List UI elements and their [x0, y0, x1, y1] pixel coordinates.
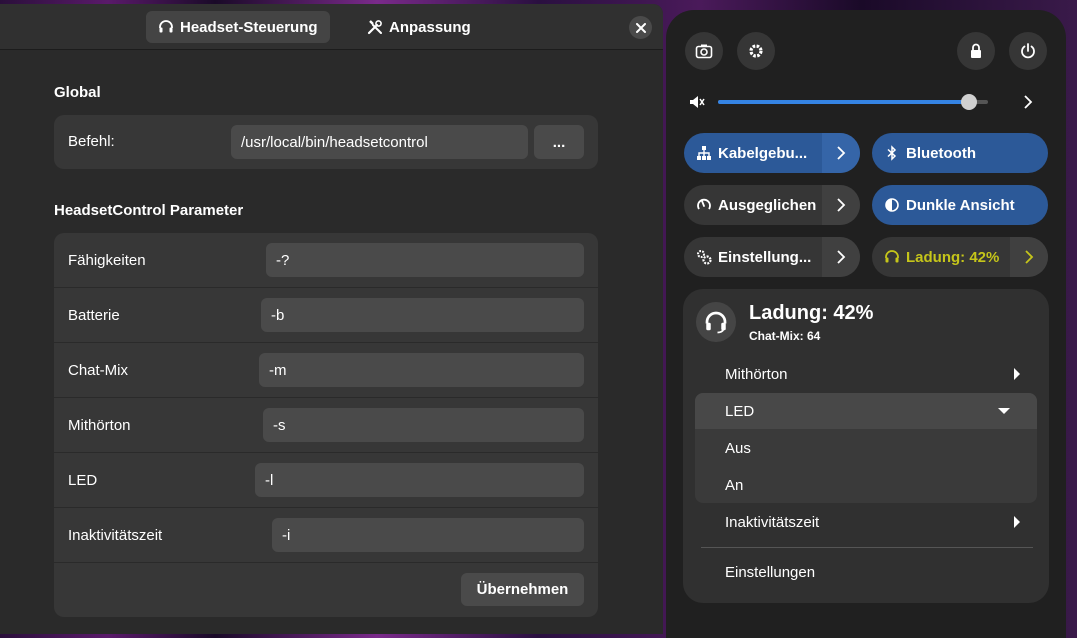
header-bar: Headset-Steuerung Anpassung: [0, 4, 663, 50]
toggle-headset-battery[interactable]: Ladung: 42%: [872, 237, 1048, 277]
params-section-title: HeadsetControl Parameter: [54, 202, 244, 219]
menu-item-inactive-time[interactable]: Inaktivitätszeit: [725, 514, 819, 531]
menu-item-sidetone[interactable]: Mithörton: [725, 366, 788, 383]
camera-icon: [695, 44, 713, 59]
menu-item-led-on[interactable]: An: [725, 477, 743, 494]
row-separator: [54, 287, 598, 288]
param-label-battery: Batterie: [68, 307, 120, 324]
toggle-settings-extension[interactable]: Einstellung...: [684, 237, 860, 277]
param-label-led: LED: [68, 472, 98, 489]
close-button[interactable]: [629, 16, 652, 39]
tools-icon: [367, 20, 382, 35]
menu-item-led[interactable]: LED: [725, 403, 754, 420]
speaker-muted-icon: [690, 96, 705, 108]
toggle-bluetooth[interactable]: Bluetooth: [872, 133, 1048, 173]
chevron-right-icon: [837, 198, 846, 212]
lock-button[interactable]: [957, 32, 995, 70]
caret-right-icon: [1014, 516, 1020, 528]
bluetooth-icon: [887, 145, 897, 161]
settings-extension-menu-arrow[interactable]: [822, 237, 860, 277]
command-field[interactable]: /usr/local/bin/headsetcontrol: [231, 125, 528, 159]
param-field-inactive-time[interactable]: -i: [272, 518, 584, 552]
row-separator: [54, 507, 598, 508]
tab-customization[interactable]: Anpassung: [355, 11, 483, 43]
chevron-right-icon: [837, 250, 846, 264]
apply-button[interactable]: Übernehmen: [461, 573, 584, 606]
param-field-battery[interactable]: -b: [261, 298, 584, 332]
toggle-label: Bluetooth: [906, 144, 976, 162]
global-card: Befehl: /usr/local/bin/headsetcontrol ..…: [54, 115, 598, 169]
chevron-right-icon[interactable]: [1020, 94, 1036, 110]
headset-submenu: Ladung: 42% Chat-Mix: 64 Mithörton LED A…: [683, 289, 1049, 603]
toggle-dark-mode[interactable]: Dunkle Ansicht: [872, 185, 1048, 225]
row-separator: [54, 342, 598, 343]
param-field-capabilities[interactable]: -?: [266, 243, 584, 277]
tab-label: Headset-Steuerung: [180, 18, 318, 36]
param-label-inactive-time: Inaktivitätszeit: [68, 527, 163, 544]
toggle-label: Dunkle Ansicht: [906, 196, 1015, 214]
volume-slider[interactable]: [718, 94, 988, 110]
power-button[interactable]: [1009, 32, 1047, 70]
network-icon: [697, 146, 711, 160]
param-field-chatmix[interactable]: -m: [259, 353, 584, 387]
param-label-chatmix: Chat-Mix: [68, 362, 129, 379]
power-icon: [1021, 43, 1035, 59]
tab-label: Anpassung: [389, 18, 471, 36]
lock-icon: [971, 43, 981, 58]
settings-button[interactable]: [737, 32, 775, 70]
screenshot-button[interactable]: [685, 32, 723, 70]
menu-item-settings[interactable]: Einstellungen: [725, 564, 815, 581]
volume-row: [686, 90, 1056, 114]
param-label-sidetone: Mithörton: [68, 417, 131, 434]
browse-button[interactable]: ...: [534, 125, 584, 159]
toggle-label: Ausgeglichen: [718, 196, 817, 214]
settings-cog-icon: [697, 250, 712, 265]
chevron-right-icon: [1025, 250, 1034, 264]
headset-icon: [885, 250, 899, 263]
chevron-right-icon: [837, 146, 846, 160]
dark-mode-icon: [885, 198, 899, 212]
toggle-power-profile[interactable]: Ausgeglichen: [684, 185, 860, 225]
menu-separator: [701, 547, 1033, 548]
power-profile-menu-arrow[interactable]: [822, 185, 860, 225]
row-separator: [54, 452, 598, 453]
toggle-label: Einstellung...: [718, 248, 812, 266]
close-icon: [635, 22, 646, 33]
headset-avatar: [696, 302, 736, 342]
quick-settings-panel: Kabelgebu... Bluetooth Ausgeglichen Dunk…: [666, 10, 1066, 638]
menu-item-led-off[interactable]: Aus: [725, 440, 751, 457]
headset-title: Ladung: 42%: [749, 302, 874, 324]
global-section-title: Global: [54, 84, 101, 101]
gear-icon: [749, 44, 763, 58]
row-separator: [54, 562, 598, 563]
param-field-led[interactable]: -l: [255, 463, 584, 497]
headset-icon: [705, 311, 727, 334]
command-label: Befehl:: [68, 133, 115, 150]
tab-headset-control[interactable]: Headset-Steuerung: [146, 11, 330, 43]
wired-network-menu-arrow[interactable]: [822, 133, 860, 173]
volume-slider-knob[interactable]: [961, 94, 978, 110]
row-separator: [54, 397, 598, 398]
params-card: Fähigkeiten -? Batterie -b Chat-Mix -m M…: [54, 233, 598, 617]
caret-right-icon: [1014, 368, 1020, 380]
toggle-label: Kabelgebu...: [718, 144, 808, 162]
headset-subtitle: Chat-Mix: 64: [749, 329, 821, 343]
toggle-label: Ladung: 42%: [906, 248, 1000, 266]
headset-icon: [159, 20, 173, 33]
toggle-wired-network[interactable]: Kabelgebu...: [684, 133, 860, 173]
caret-down-icon: [998, 408, 1010, 414]
param-label-capabilities: Fähigkeiten: [68, 252, 146, 269]
power-profile-icon: [697, 198, 711, 210]
param-field-sidetone[interactable]: -s: [263, 408, 584, 442]
headset-preferences-window: Headset-Steuerung Anpassung Global Befeh…: [0, 4, 663, 634]
volume-slider-fill: [718, 100, 970, 104]
headset-menu-arrow[interactable]: [1010, 237, 1048, 277]
